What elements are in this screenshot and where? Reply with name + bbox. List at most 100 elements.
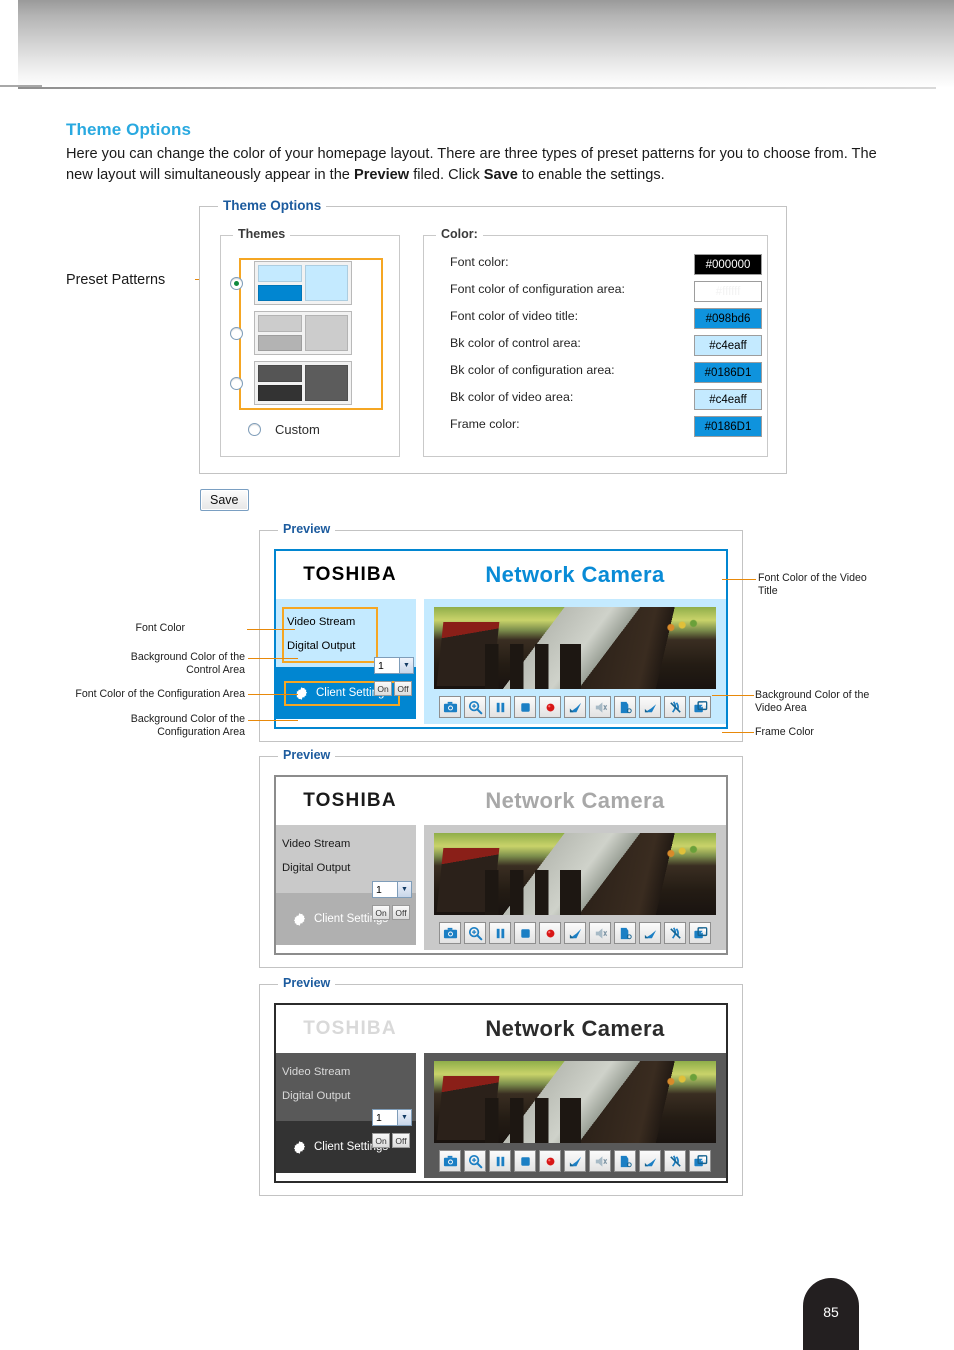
digital-output-toggle[interactable]: On Off bbox=[372, 905, 410, 920]
video-control-bar bbox=[434, 1143, 716, 1172]
toshiba-logo: TOSHIBA bbox=[303, 790, 397, 811]
preset-patterns-annotation: Preset Patterns bbox=[66, 272, 166, 288]
volume-button[interactable] bbox=[564, 922, 586, 944]
digital-output-on-button[interactable]: On bbox=[374, 681, 392, 696]
chevron-down-icon[interactable]: ▼ bbox=[397, 882, 411, 897]
preview-body-3: Video Stream Digital Output 1 ▼ On Off Client … bbox=[276, 1053, 726, 1178]
mute-button[interactable] bbox=[589, 696, 611, 718]
preview-frame-1: TOSHIBA Network Camera Video Stream Digital… bbox=[274, 549, 728, 729]
preview-main-1 bbox=[416, 599, 726, 724]
save-button[interactable]: Save bbox=[200, 489, 249, 511]
digital-zoom-button[interactable] bbox=[464, 1150, 486, 1172]
digital-output-row: Digital Output bbox=[282, 857, 410, 879]
pause-button[interactable] bbox=[489, 696, 511, 718]
color-label-3: Bk color of control area: bbox=[450, 336, 581, 350]
radio-dark-theme[interactable] bbox=[230, 376, 243, 390]
video-stream-select[interactable]: 1 ▼ bbox=[374, 657, 414, 674]
digital-output-toggle[interactable]: On Off bbox=[374, 681, 412, 696]
thumbnail-blue-theme[interactable] bbox=[254, 261, 352, 305]
theme-option-blue-theme[interactable] bbox=[221, 258, 365, 308]
radio-blue-theme[interactable] bbox=[230, 276, 243, 290]
digital-output-buttons-wrap: On Off bbox=[374, 681, 412, 696]
video-stream-select[interactable]: 1 ▼ bbox=[372, 881, 412, 898]
annotation-line-config-font bbox=[248, 694, 298, 695]
talk-button[interactable] bbox=[614, 1150, 636, 1172]
fullscreen-button[interactable] bbox=[689, 922, 711, 944]
record-button[interactable] bbox=[539, 696, 561, 718]
toshiba-logo: TOSHIBA bbox=[303, 1018, 397, 1039]
mute-button[interactable] bbox=[589, 922, 611, 944]
themes-legend: Themes bbox=[233, 227, 291, 241]
digital-output-off-button[interactable]: Off bbox=[392, 1133, 410, 1148]
mic-button[interactable] bbox=[639, 1150, 661, 1172]
digital-output-toggle[interactable]: On Off bbox=[372, 1133, 410, 1148]
radio-gray-theme[interactable] bbox=[230, 326, 243, 340]
fullscreen-button[interactable] bbox=[689, 1150, 711, 1172]
video-stream-label: Video Stream bbox=[282, 838, 351, 850]
page-number-tab: 85 bbox=[803, 1278, 859, 1350]
control-area-labels-highlight: Video Stream Digital Output bbox=[282, 607, 378, 663]
video-stream-select-wrap: 1 ▼ bbox=[372, 1109, 412, 1126]
talk-button[interactable] bbox=[614, 696, 636, 718]
color-label-5: Bk color of video area: bbox=[450, 390, 574, 404]
video-stream-select[interactable]: 1 ▼ bbox=[372, 1109, 412, 1126]
video-stream-value: 1 bbox=[376, 883, 382, 896]
color-row-6: Frame color: #0186D1 bbox=[450, 416, 762, 437]
chevron-down-icon[interactable]: ▼ bbox=[397, 1110, 411, 1125]
mute-button[interactable] bbox=[589, 1150, 611, 1172]
theme-option-custom[interactable]: Custom bbox=[239, 418, 389, 440]
mic-button[interactable] bbox=[639, 922, 661, 944]
color-value-field-3[interactable]: #c4eaff bbox=[694, 335, 762, 356]
digital-output-off-button[interactable]: Off bbox=[392, 905, 410, 920]
pause-button[interactable] bbox=[489, 922, 511, 944]
preview-panel-3: Preview TOSHIBA Network Camera Video Stream… bbox=[259, 976, 743, 1196]
thumbnail-dark-theme[interactable] bbox=[254, 361, 352, 405]
fullscreen-button[interactable] bbox=[689, 696, 711, 718]
color-value-field-0[interactable]: #000000 bbox=[694, 254, 762, 275]
mic-mute-button[interactable] bbox=[664, 1150, 686, 1172]
preview-frame-3: TOSHIBA Network Camera Video Stream Digital… bbox=[274, 1003, 728, 1183]
color-value-field-1[interactable]: #ffffff bbox=[694, 281, 762, 302]
annotation-line-video-area bbox=[712, 695, 754, 696]
radio-custom[interactable] bbox=[248, 422, 261, 436]
color-value-field-4[interactable]: #0186D1 bbox=[694, 362, 762, 383]
mic-mute-button[interactable] bbox=[664, 696, 686, 718]
record-button[interactable] bbox=[539, 922, 561, 944]
talk-button[interactable] bbox=[614, 922, 636, 944]
stop-button[interactable] bbox=[514, 922, 536, 944]
stop-button[interactable] bbox=[514, 696, 536, 718]
control-area: Video Stream Digital Output 1 ▼ On Off bbox=[276, 1053, 416, 1148]
stop-button[interactable] bbox=[514, 1150, 536, 1172]
snapshot-button[interactable] bbox=[439, 922, 461, 944]
theme-options-legend: Theme Options bbox=[218, 198, 327, 213]
theme-option-dark-theme[interactable] bbox=[221, 358, 365, 408]
digital-zoom-button[interactable] bbox=[464, 922, 486, 944]
thumbnail-gray-theme[interactable] bbox=[254, 311, 352, 355]
volume-button[interactable] bbox=[564, 696, 586, 718]
digital-zoom-button[interactable] bbox=[464, 696, 486, 718]
preview-main-3 bbox=[416, 1053, 726, 1178]
intro-bold-save: Save bbox=[483, 166, 518, 183]
digital-output-on-button[interactable]: On bbox=[372, 905, 390, 920]
color-value-field-5[interactable]: #c4eaff bbox=[694, 389, 762, 410]
snapshot-button[interactable] bbox=[439, 1150, 461, 1172]
chevron-down-icon[interactable]: ▼ bbox=[399, 658, 413, 673]
digital-output-off-button[interactable]: Off bbox=[394, 681, 412, 696]
digital-output-on-button[interactable]: On bbox=[372, 1133, 390, 1148]
theme-option-gray-theme[interactable] bbox=[221, 308, 365, 358]
pause-button[interactable] bbox=[489, 1150, 511, 1172]
mic-button[interactable] bbox=[639, 696, 661, 718]
color-row-2: Font color of video title: #098bd6 bbox=[450, 308, 762, 329]
preview-body-1: Video Stream Digital Output 1 ▼ On Off Client … bbox=[276, 599, 726, 724]
record-button[interactable] bbox=[539, 1150, 561, 1172]
preview-sidebar-2: Video Stream Digital Output 1 ▼ On Off Client … bbox=[276, 825, 416, 945]
thumb-video-area bbox=[305, 265, 348, 301]
color-value-field-2[interactable]: #098bd6 bbox=[694, 308, 762, 329]
snapshot-button[interactable] bbox=[439, 696, 461, 718]
color-label-6: Frame color: bbox=[450, 417, 520, 431]
mic-mute-button[interactable] bbox=[664, 922, 686, 944]
color-value-field-6[interactable]: #0186D1 bbox=[694, 416, 762, 437]
video-stream-select-wrap: 1 ▼ bbox=[374, 657, 414, 674]
volume-button[interactable] bbox=[564, 1150, 586, 1172]
thumb-video-area bbox=[305, 365, 348, 401]
